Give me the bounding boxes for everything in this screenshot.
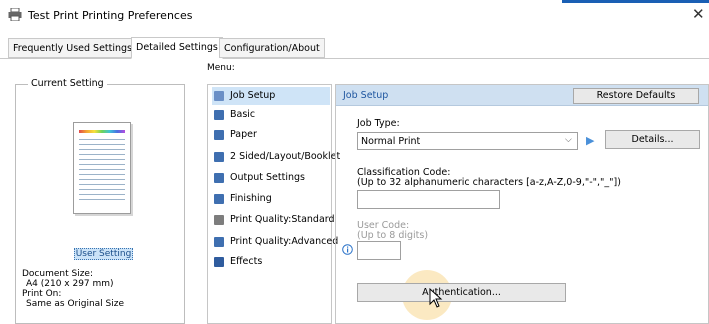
- document-size-label: Document Size:: [22, 269, 93, 279]
- chevron-down-icon: ⌵: [565, 135, 572, 145]
- printer-icon: [8, 8, 22, 21]
- user-code-hint: (Up to 8 digits): [357, 230, 429, 241]
- menu-item-print-quality-standard[interactable]: Print Quality:Standard: [212, 211, 335, 229]
- menu-item-print-quality-advanced[interactable]: Print Quality:Advanced: [212, 233, 338, 251]
- tab-detailed-settings[interactable]: Detailed Settings: [131, 37, 223, 59]
- menu-item-basic[interactable]: Basic: [212, 106, 330, 124]
- color-bar: [79, 130, 125, 133]
- user-setting-profile[interactable]: User Setting: [74, 248, 133, 260]
- user-code-input[interactable]: [357, 241, 401, 260]
- menu-item-2-sided-layout-booklet[interactable]: 2 Sided/Layout/Booklet: [212, 148, 340, 166]
- window-title: Test Print Printing Preferences: [28, 9, 193, 22]
- panel-header: Job Setup Restore Defaults: [336, 85, 708, 106]
- basic-icon: [214, 110, 224, 120]
- paper-icon: [214, 130, 224, 140]
- authentication-button[interactable]: Authentication...: [357, 283, 566, 302]
- info-icon: [342, 244, 353, 255]
- menu-item-output-settings[interactable]: Output Settings: [212, 169, 330, 187]
- menu-label: Menu:: [207, 63, 235, 73]
- menu-item-job-setup[interactable]: Job Setup: [212, 87, 330, 105]
- menu-list: Job Setup Basic Paper 2 Sided/Layout/Boo…: [207, 84, 340, 324]
- play-arrow-icon: ▶: [586, 134, 595, 147]
- details-button[interactable]: Details...: [605, 130, 700, 149]
- restore-defaults-button[interactable]: Restore Defaults: [573, 88, 699, 104]
- document-size-value: A4 (210 x 297 mm): [26, 279, 114, 289]
- job-type-select[interactable]: Normal Print ⌵: [357, 132, 578, 150]
- classification-code-hint: (Up to 32 alphanumeric characters [a-z,A…: [357, 177, 621, 188]
- print-on-value: Same as Original Size: [26, 299, 125, 309]
- layout-icon: [214, 152, 224, 162]
- print-quality-icon: [214, 215, 224, 225]
- effects-icon: [214, 257, 224, 267]
- menu-item-finishing[interactable]: Finishing: [212, 190, 330, 208]
- job-type-label: Job Type:: [357, 118, 400, 129]
- tab-configuration-about[interactable]: Configuration/About: [219, 38, 325, 58]
- classification-code-input[interactable]: [357, 190, 500, 209]
- mouse-pointer-icon: [429, 288, 443, 308]
- panel-title: Job Setup: [343, 90, 389, 101]
- tab-frequently-used-settings[interactable]: Frequently Used Settings: [8, 38, 138, 58]
- job-type-value: Normal Print: [361, 136, 421, 147]
- title-bar: Test Print Printing Preferences ✕: [0, 0, 709, 30]
- job-setup-icon: [214, 91, 224, 101]
- menu-item-effects[interactable]: Effects: [212, 253, 330, 271]
- finishing-icon: [214, 194, 224, 204]
- output-icon: [214, 173, 224, 183]
- print-quality-advanced-icon: [214, 237, 224, 247]
- job-setup-panel: Job Setup Restore Defaults Job Type: Nor…: [335, 84, 709, 324]
- menu-item-paper[interactable]: Paper: [212, 126, 330, 144]
- current-setting-label: Current Setting: [28, 78, 107, 89]
- print-on-label: Print On:: [22, 289, 62, 299]
- page-preview: [73, 122, 131, 214]
- tab-strip-border: [0, 58, 709, 59]
- close-button[interactable]: ✕: [692, 5, 705, 23]
